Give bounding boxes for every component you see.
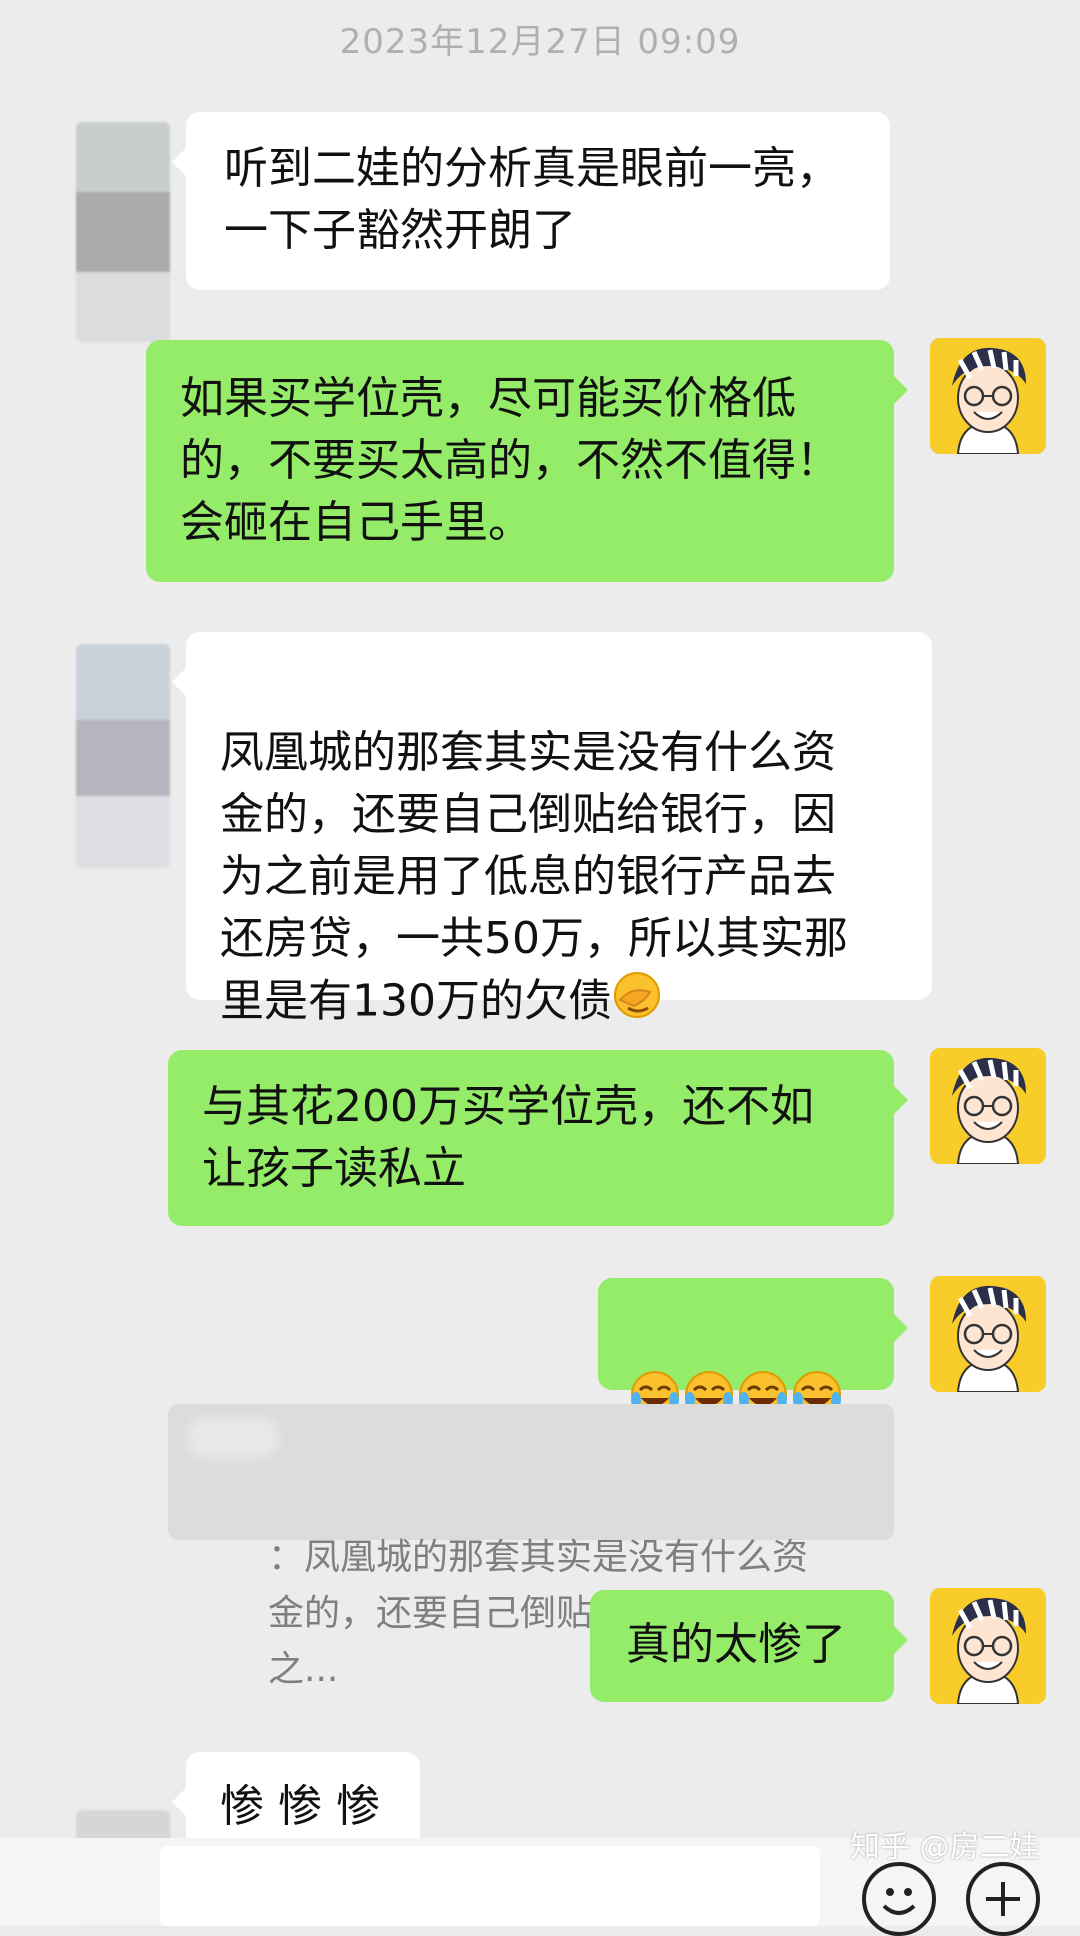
plus-icon [986, 1882, 1020, 1916]
cartoon-face-icon [930, 338, 1046, 454]
emoji-button[interactable] [862, 1862, 936, 1936]
chat-view: 2023年12月27日 09:09 听到二娃的分析真是眼前一亮， 一下子豁然开朗… [0, 0, 1080, 1936]
message-timestamp: 2023年12月27日 09:09 [339, 22, 741, 62]
received-message[interactable]: 凤凰城的那套其实是没有什么资 金的，还要自己倒贴给银行，因 为之前是用了低息的银… [172, 632, 932, 1027]
sent-message[interactable]: 如果买学位壳，尽可能买价格低 的，不要买太高的，不然不值得！ 会砸在自己手里。 [146, 340, 908, 582]
sent-emoji-message[interactable] [598, 1278, 908, 1419]
message-input[interactable] [160, 1846, 820, 1926]
cartoon-face-icon [930, 1048, 1046, 1164]
received-message-text: 凤凰城的那套其实是没有什么资 金的，还要自己倒贴给银行，因 为之前是用了低息的银… [220, 727, 848, 1027]
cartoon-face-icon [930, 1276, 1046, 1392]
received-message[interactable]: 听到二娃的分析真是眼前一亮， 一下子豁然开朗了 [172, 112, 890, 290]
user-avatar[interactable] [930, 338, 1046, 454]
facepalm-emoji [612, 970, 662, 1037]
more-button[interactable] [966, 1862, 1040, 1936]
cartoon-face-icon [930, 1588, 1046, 1704]
quoted-message[interactable]: ：凤凰城的那套其实是没有什么资 金的，还要自己倒贴给银行，因为之... [168, 1404, 894, 1690]
smiley-icon [882, 1888, 916, 1915]
sent-message[interactable]: 与其花200万买学位壳，还不如 让孩子读私立 [168, 1050, 908, 1226]
quote-sender-blur [188, 1418, 278, 1458]
contact-avatar[interactable] [76, 122, 170, 342]
user-avatar[interactable] [930, 1276, 1046, 1392]
user-avatar[interactable] [930, 1588, 1046, 1704]
user-avatar[interactable] [930, 1048, 1046, 1164]
contact-avatar[interactable] [76, 644, 170, 868]
sent-message[interactable]: 真的太惨了 [590, 1590, 908, 1702]
watermark: 知乎 @房二娃 [850, 1830, 1040, 1865]
